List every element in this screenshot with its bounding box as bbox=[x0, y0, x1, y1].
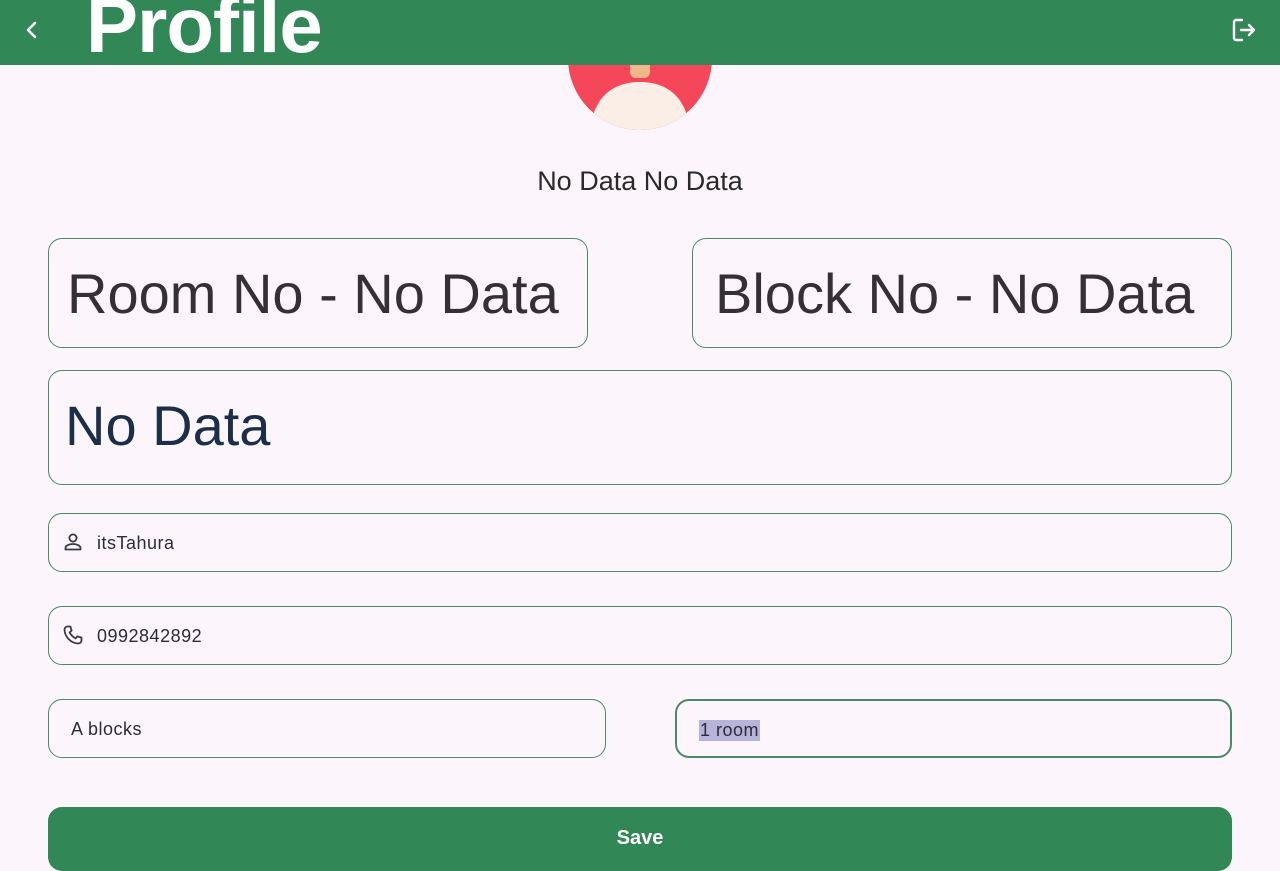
app-bar: Profile bbox=[0, 0, 1280, 65]
page-title: Profile bbox=[86, 0, 323, 65]
username-field[interactable]: itsTahura bbox=[48, 513, 1232, 572]
block-number-text: Block No - No Data bbox=[715, 262, 1195, 325]
block-input-value: A blocks bbox=[71, 719, 143, 739]
phone-icon bbox=[63, 625, 83, 645]
logout-icon bbox=[1232, 18, 1256, 42]
room-input-value: 1 room bbox=[699, 720, 761, 741]
profile-name: No Data No Data bbox=[537, 166, 743, 196]
chevron-left-icon bbox=[26, 21, 37, 39]
phone-value: 0992842892 bbox=[97, 626, 203, 646]
back-button[interactable] bbox=[16, 14, 48, 46]
info-text: No Data bbox=[65, 394, 271, 457]
room-input[interactable]: 1 room bbox=[675, 699, 1232, 758]
block-number-card: Block No - No Data bbox=[692, 238, 1232, 348]
save-button[interactable]: Save bbox=[48, 807, 1232, 871]
person-icon bbox=[64, 533, 82, 551]
username-value: itsTahura bbox=[97, 533, 175, 553]
block-input[interactable]: A blocks bbox=[48, 699, 606, 758]
phone-field[interactable]: 0992842892 bbox=[48, 606, 1232, 665]
room-number-card: Room No - No Data bbox=[48, 238, 588, 348]
logout-button[interactable] bbox=[1228, 14, 1260, 46]
info-card: No Data bbox=[48, 370, 1232, 485]
room-number-text: Room No - No Data bbox=[67, 262, 559, 325]
